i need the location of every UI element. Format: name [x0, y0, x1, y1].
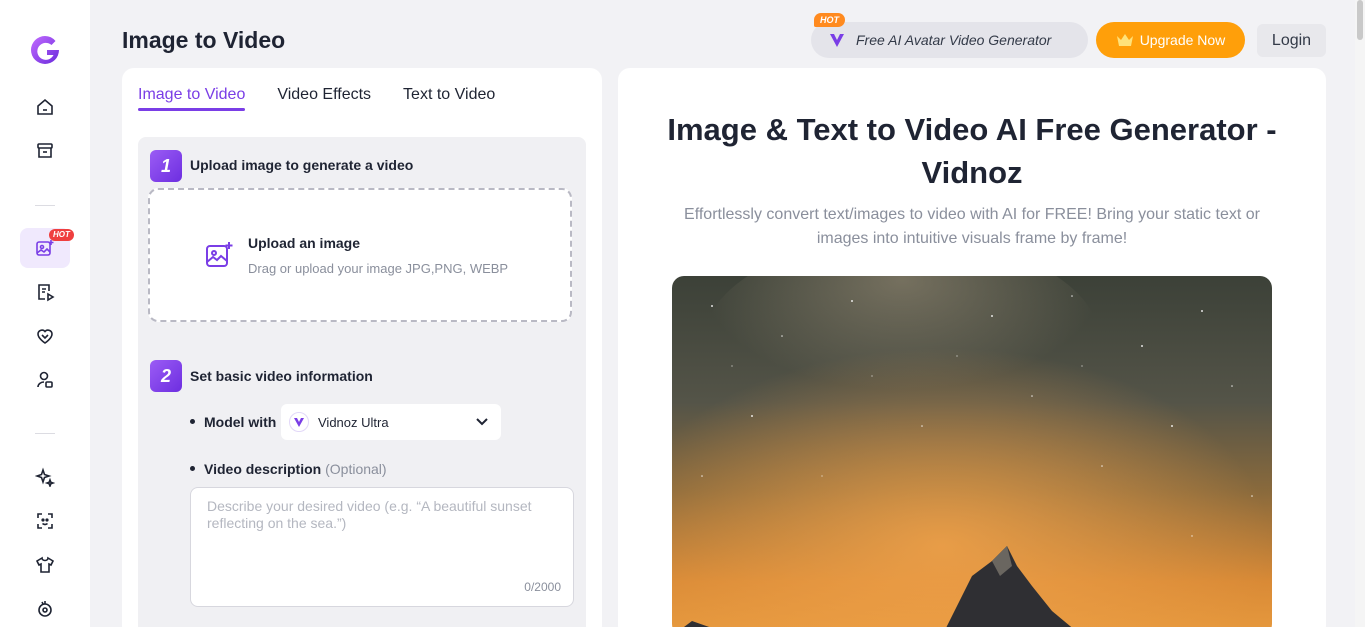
tab-video-effects[interactable]: Video Effects — [277, 86, 371, 111]
face-scan-icon — [37, 513, 53, 529]
page-scrollbar[interactable] — [1355, 0, 1365, 627]
hero-title-line1: Image & Text to Video AI Free Generator … — [667, 112, 1277, 147]
sidebar-item-avatar[interactable] — [20, 360, 70, 400]
bullet — [190, 466, 195, 471]
description-placeholder: Describe your desired video (e.g. “A bea… — [207, 498, 532, 531]
avatar-video-promo-button[interactable]: HOT Free AI Avatar Video Generator — [811, 13, 1088, 58]
sidebar-divider — [35, 433, 55, 434]
text-video-icon — [38, 284, 55, 302]
step-2-number: 2 — [150, 360, 182, 392]
tab-text-to-video[interactable]: Text to Video — [403, 86, 495, 111]
sidebar-item-outfit[interactable] — [20, 545, 70, 585]
tab-bar: Image to Video Video Effects Text to Vid… — [138, 86, 495, 111]
sidebar-item-ai-tools[interactable] — [20, 457, 70, 497]
video-description-textarea[interactable]: Describe your desired video (e.g. “A bea… — [190, 487, 574, 607]
form-container: 1 Upload image to generate a video Uploa… — [138, 137, 586, 627]
sidebar: HOT — [0, 0, 90, 627]
sidebar-item-video-effects[interactable] — [20, 316, 70, 356]
upgrade-label: Upgrade Now — [1139, 32, 1226, 48]
step-1-number: 1 — [150, 150, 182, 182]
scrollbar-thumb[interactable] — [1357, 0, 1363, 40]
hero-title: Image & Text to Video AI Free Generator … — [658, 108, 1286, 194]
hero-image — [672, 276, 1272, 627]
upload-title: Upload an image — [248, 235, 361, 251]
upload-formats: Drag or upload your image JPG,PNG, WEBP — [248, 261, 509, 276]
step-1-label: Upload image to generate a video — [190, 157, 414, 173]
model-value: Vidnoz Ultra — [318, 414, 389, 430]
upgrade-now-button[interactable]: Upgrade Now — [1096, 22, 1245, 58]
description-label-text: Video description — [204, 461, 322, 477]
page-title: Image to Video — [122, 27, 286, 53]
character-count: 0/2000 — [524, 580, 561, 594]
image-upload-dropzone[interactable]: Upload an image Drag or upload your imag… — [148, 188, 572, 322]
vidnoz-v-icon — [294, 418, 304, 427]
model-label: Model with — [204, 414, 277, 430]
sidebar-item-dance[interactable] — [20, 589, 70, 627]
hot-badge: HOT — [49, 229, 74, 241]
vidnoz-v-icon — [830, 34, 844, 47]
bullet — [190, 419, 195, 424]
vidnoz-logo-icon[interactable] — [28, 33, 62, 67]
sidebar-item-archive[interactable] — [20, 131, 70, 171]
heart-effects-icon — [37, 329, 53, 344]
crown-icon — [1116, 34, 1133, 46]
archive-icon — [37, 143, 53, 158]
add-image-icon — [206, 242, 233, 267]
avatar-icon — [37, 371, 53, 388]
login-button[interactable]: Login — [1257, 24, 1326, 57]
shirt-icon — [35, 556, 55, 573]
sidebar-item-text-to-video[interactable] — [20, 272, 70, 312]
image-video-icon — [36, 240, 54, 256]
home-icon — [37, 98, 53, 115]
chevron-down-icon — [476, 418, 488, 426]
tab-image-to-video[interactable]: Image to Video — [138, 86, 246, 111]
sidebar-divider — [35, 205, 55, 206]
step-2-label: Set basic video information — [190, 368, 373, 384]
model-logo — [289, 412, 309, 432]
description-label: Video description (Optional) — [204, 461, 387, 477]
sidebar-item-home[interactable] — [20, 87, 70, 127]
hero-subtitle: Effortlessly convert text/images to vide… — [684, 206, 1260, 247]
optional-tag: (Optional) — [325, 461, 387, 477]
sidebar-item-face-swap[interactable] — [20, 501, 70, 541]
intro-panel: Image & Text to Video AI Free Generator … — [618, 68, 1326, 627]
sparkle-icon — [35, 467, 55, 487]
hero-title-line2: Vidnoz — [921, 155, 1023, 190]
promo-label: Free AI Avatar Video Generator — [856, 32, 1052, 48]
promo-hot-badge: HOT — [814, 13, 845, 27]
model-select[interactable]: Vidnoz Ultra — [281, 404, 501, 440]
generator-panel: Image to Video Video Effects Text to Vid… — [122, 68, 602, 627]
dance-icon — [38, 601, 52, 617]
